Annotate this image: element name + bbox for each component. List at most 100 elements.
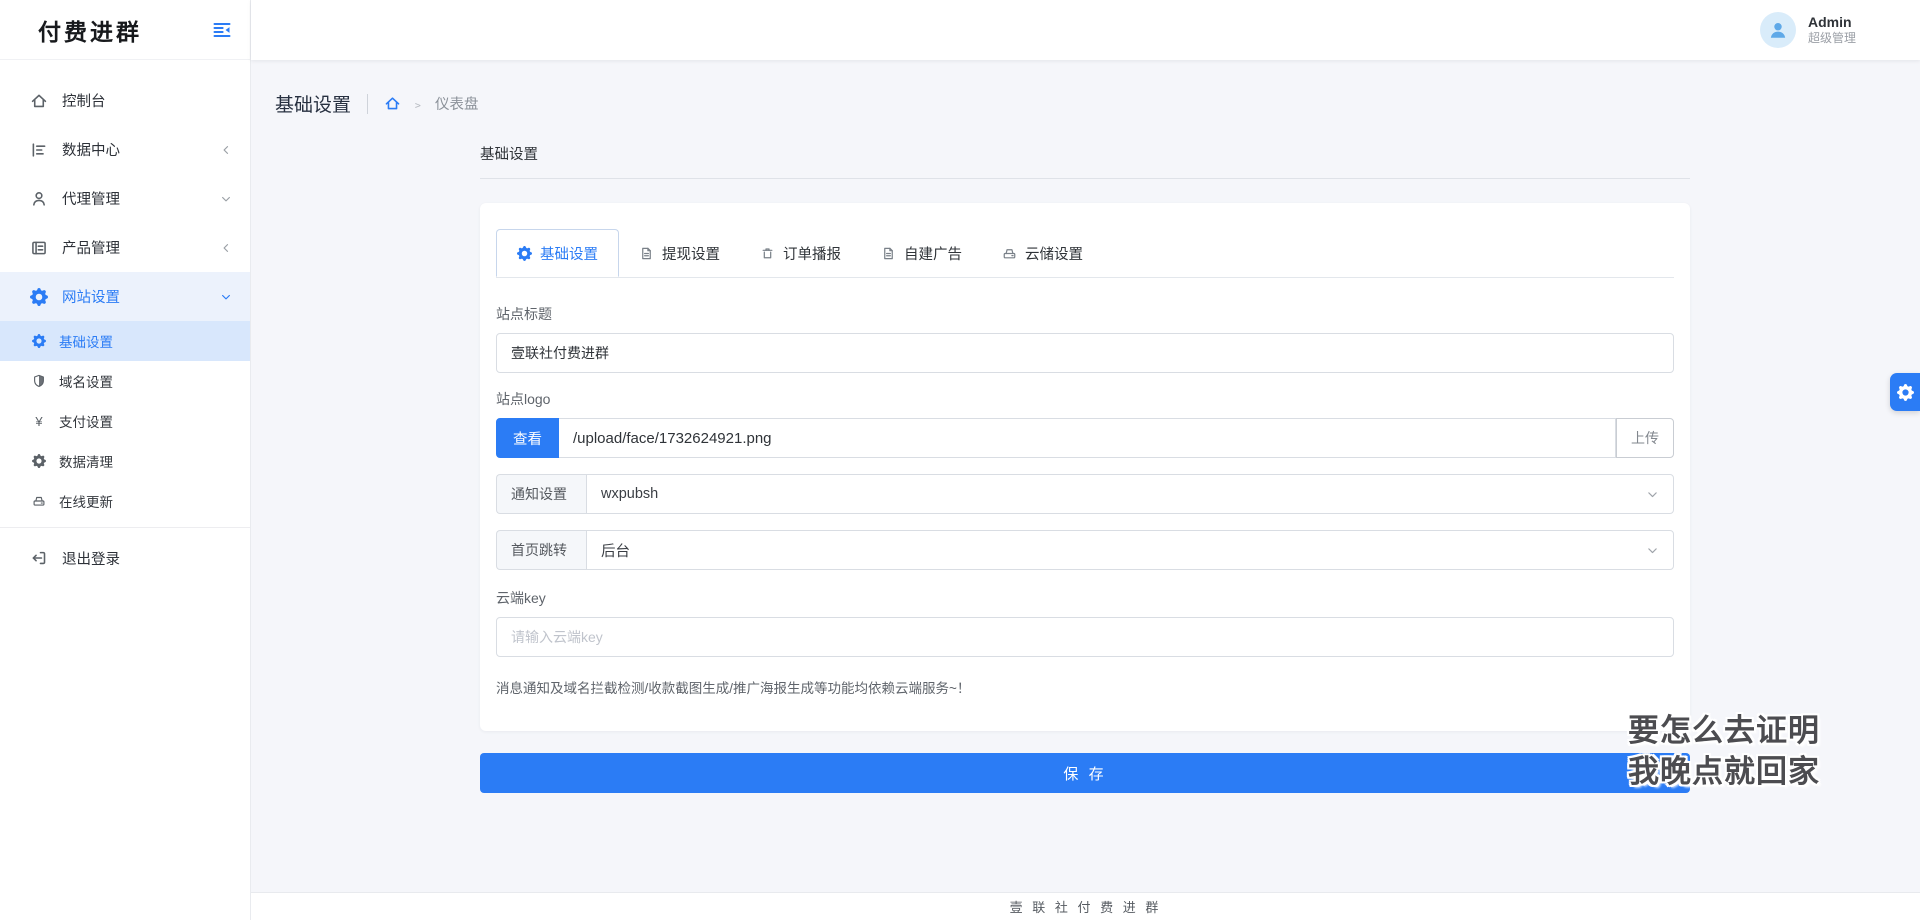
sidebar-divider xyxy=(0,527,250,528)
home-jump-row: 首页跳转 后台 xyxy=(496,530,1674,570)
tab-label: 提现设置 xyxy=(662,243,720,264)
tab-basic-settings[interactable]: 基础设置 xyxy=(496,229,619,277)
sidebar-item-label: 退出登录 xyxy=(62,548,232,569)
breadcrumb-divider xyxy=(367,94,368,114)
user-menu[interactable]: Admin 超级管理 xyxy=(1760,12,1856,48)
sidebar-item-label: 数据中心 xyxy=(62,139,220,160)
user-role: 超级管理 xyxy=(1808,31,1856,46)
chevron-down-icon xyxy=(220,193,232,205)
save-button[interactable]: 保 存 xyxy=(480,753,1690,793)
gear-icon xyxy=(517,246,532,261)
logout-icon xyxy=(30,549,48,567)
site-logo-input[interactable] xyxy=(559,418,1616,458)
home-jump-value: 后台 xyxy=(601,540,630,561)
chevron-right-icon: ﹥ xyxy=(411,94,425,114)
notify-setting-value: wxpubsh xyxy=(601,486,658,502)
view-logo-button[interactable]: 查看 xyxy=(496,418,559,458)
tab-label: 基础设置 xyxy=(540,243,598,264)
cloud-key-input[interactable] xyxy=(496,617,1674,657)
sidebar-item-label: 网站设置 xyxy=(62,286,220,307)
sidebar-subitem-online-update[interactable]: 在线更新 xyxy=(0,481,250,521)
notify-setting-row: 通知设置 wxpubsh xyxy=(496,474,1674,514)
tabs-bar: 基础设置 提现设置 xyxy=(496,229,1674,278)
app-root: 付费进群 控制台 xyxy=(0,0,1920,920)
sidebar-item-website-settings[interactable]: 网站设置 xyxy=(0,272,250,321)
home-jump-select[interactable]: 后台 xyxy=(586,530,1674,570)
home-icon xyxy=(30,92,48,110)
sidebar-subitem-basic-settings[interactable]: 基础设置 xyxy=(0,321,250,361)
document-icon xyxy=(639,246,654,261)
drive-icon xyxy=(1002,246,1017,261)
tab-order-broadcast[interactable]: 订单播报 xyxy=(740,229,861,277)
sidebar-item-agent[interactable]: 代理管理 xyxy=(0,174,250,223)
chart-icon xyxy=(30,141,48,159)
yen-icon: ¥ xyxy=(32,414,46,428)
page-body: 基础设置 基础设置 xyxy=(480,143,1690,793)
tab-self-ads[interactable]: 自建广告 xyxy=(861,229,982,277)
floating-settings-button[interactable] xyxy=(1890,373,1920,411)
sidebar: 付费进群 控制台 xyxy=(0,0,251,920)
section-divider xyxy=(480,178,1690,179)
tab-cloud-storage[interactable]: 云储设置 xyxy=(982,229,1103,277)
settings-form: 站点标题 站点logo 查看 上传 通知设置 wxpubsh xyxy=(496,278,1674,697)
sidebar-subitem-data-cleanup[interactable]: 数据清理 xyxy=(0,441,250,481)
gear-icon xyxy=(32,334,46,348)
shield-icon xyxy=(32,374,46,388)
sidebar-subitem-domain-settings[interactable]: 域名设置 xyxy=(0,361,250,401)
chevron-down-icon xyxy=(220,291,232,303)
tab-withdraw-settings[interactable]: 提现设置 xyxy=(619,229,740,277)
collapse-menu-icon[interactable] xyxy=(212,20,232,40)
site-title-input[interactable] xyxy=(496,333,1674,373)
cloud-key-label: 云端key xyxy=(496,588,1674,608)
page-title: 基础设置 xyxy=(275,90,351,117)
gear-icon xyxy=(30,288,48,306)
sidebar-subitem-label: 数据清理 xyxy=(59,451,113,471)
user-icon xyxy=(30,190,48,208)
list-icon xyxy=(30,239,48,257)
document-icon xyxy=(881,246,896,261)
chevron-down-icon xyxy=(1646,488,1659,501)
footer-text: 壹 联 社 付 费 进 群 xyxy=(1010,897,1162,916)
settings-card: 基础设置 提现设置 xyxy=(480,203,1690,731)
tab-label: 云储设置 xyxy=(1025,243,1083,264)
breadcrumb: 基础设置 ﹥ 仪表盘 xyxy=(251,60,1920,117)
sidebar-subitem-label: 基础设置 xyxy=(59,331,113,351)
site-title-label: 站点标题 xyxy=(496,304,1674,324)
chevron-left-icon xyxy=(220,242,232,254)
broadcast-icon xyxy=(760,246,775,261)
avatar xyxy=(1760,12,1796,48)
site-logo-label: 站点logo xyxy=(496,389,1674,409)
topbar: Admin 超级管理 xyxy=(251,0,1920,60)
upload-button[interactable]: 上传 xyxy=(1616,418,1674,458)
sidebar-subitem-payment-settings[interactable]: ¥ 支付设置 xyxy=(0,401,250,441)
user-name: Admin xyxy=(1808,14,1856,32)
sidebar-subitem-label: 域名设置 xyxy=(59,371,113,391)
gear-icon xyxy=(32,454,46,468)
sidebar-item-data-center[interactable]: 数据中心 xyxy=(0,125,250,174)
sidebar-item-label: 代理管理 xyxy=(62,188,220,209)
chevron-left-icon xyxy=(220,144,232,156)
gear-icon xyxy=(1897,384,1914,401)
content-area: 基础设置 ﹥ 仪表盘 基础设置 xyxy=(251,60,1920,892)
breadcrumb-current[interactable]: 仪表盘 xyxy=(435,93,479,114)
home-icon[interactable] xyxy=(384,95,401,112)
home-jump-label: 首页跳转 xyxy=(496,530,586,570)
notify-setting-label: 通知设置 xyxy=(496,474,586,514)
tab-label: 自建广告 xyxy=(904,243,962,264)
sidebar-item-console[interactable]: 控制台 xyxy=(0,76,250,125)
tab-label: 订单播报 xyxy=(783,243,841,264)
sidebar-item-logout[interactable]: 退出登录 xyxy=(0,536,250,580)
site-logo-input-group: 查看 上传 xyxy=(496,418,1674,458)
main-column: Admin 超级管理 基础设置 ﹥ 仪表盘 基础设置 xyxy=(251,0,1920,920)
sidebar-subitem-label: 支付设置 xyxy=(59,411,113,431)
app-logo: 付费进群 xyxy=(38,13,142,47)
sidebar-item-label: 控制台 xyxy=(62,90,232,111)
sidebar-menu: 控制台 数据中心 代理管理 xyxy=(0,60,250,580)
footer: 壹 联 社 付 费 进 群 xyxy=(251,892,1920,920)
sidebar-item-product[interactable]: 产品管理 xyxy=(0,223,250,272)
drive-icon xyxy=(32,494,46,508)
section-title: 基础设置 xyxy=(480,143,1690,164)
sidebar-subitem-label: 在线更新 xyxy=(59,491,113,511)
sidebar-header: 付费进群 xyxy=(0,0,250,60)
notify-setting-select[interactable]: wxpubsh xyxy=(586,474,1674,514)
